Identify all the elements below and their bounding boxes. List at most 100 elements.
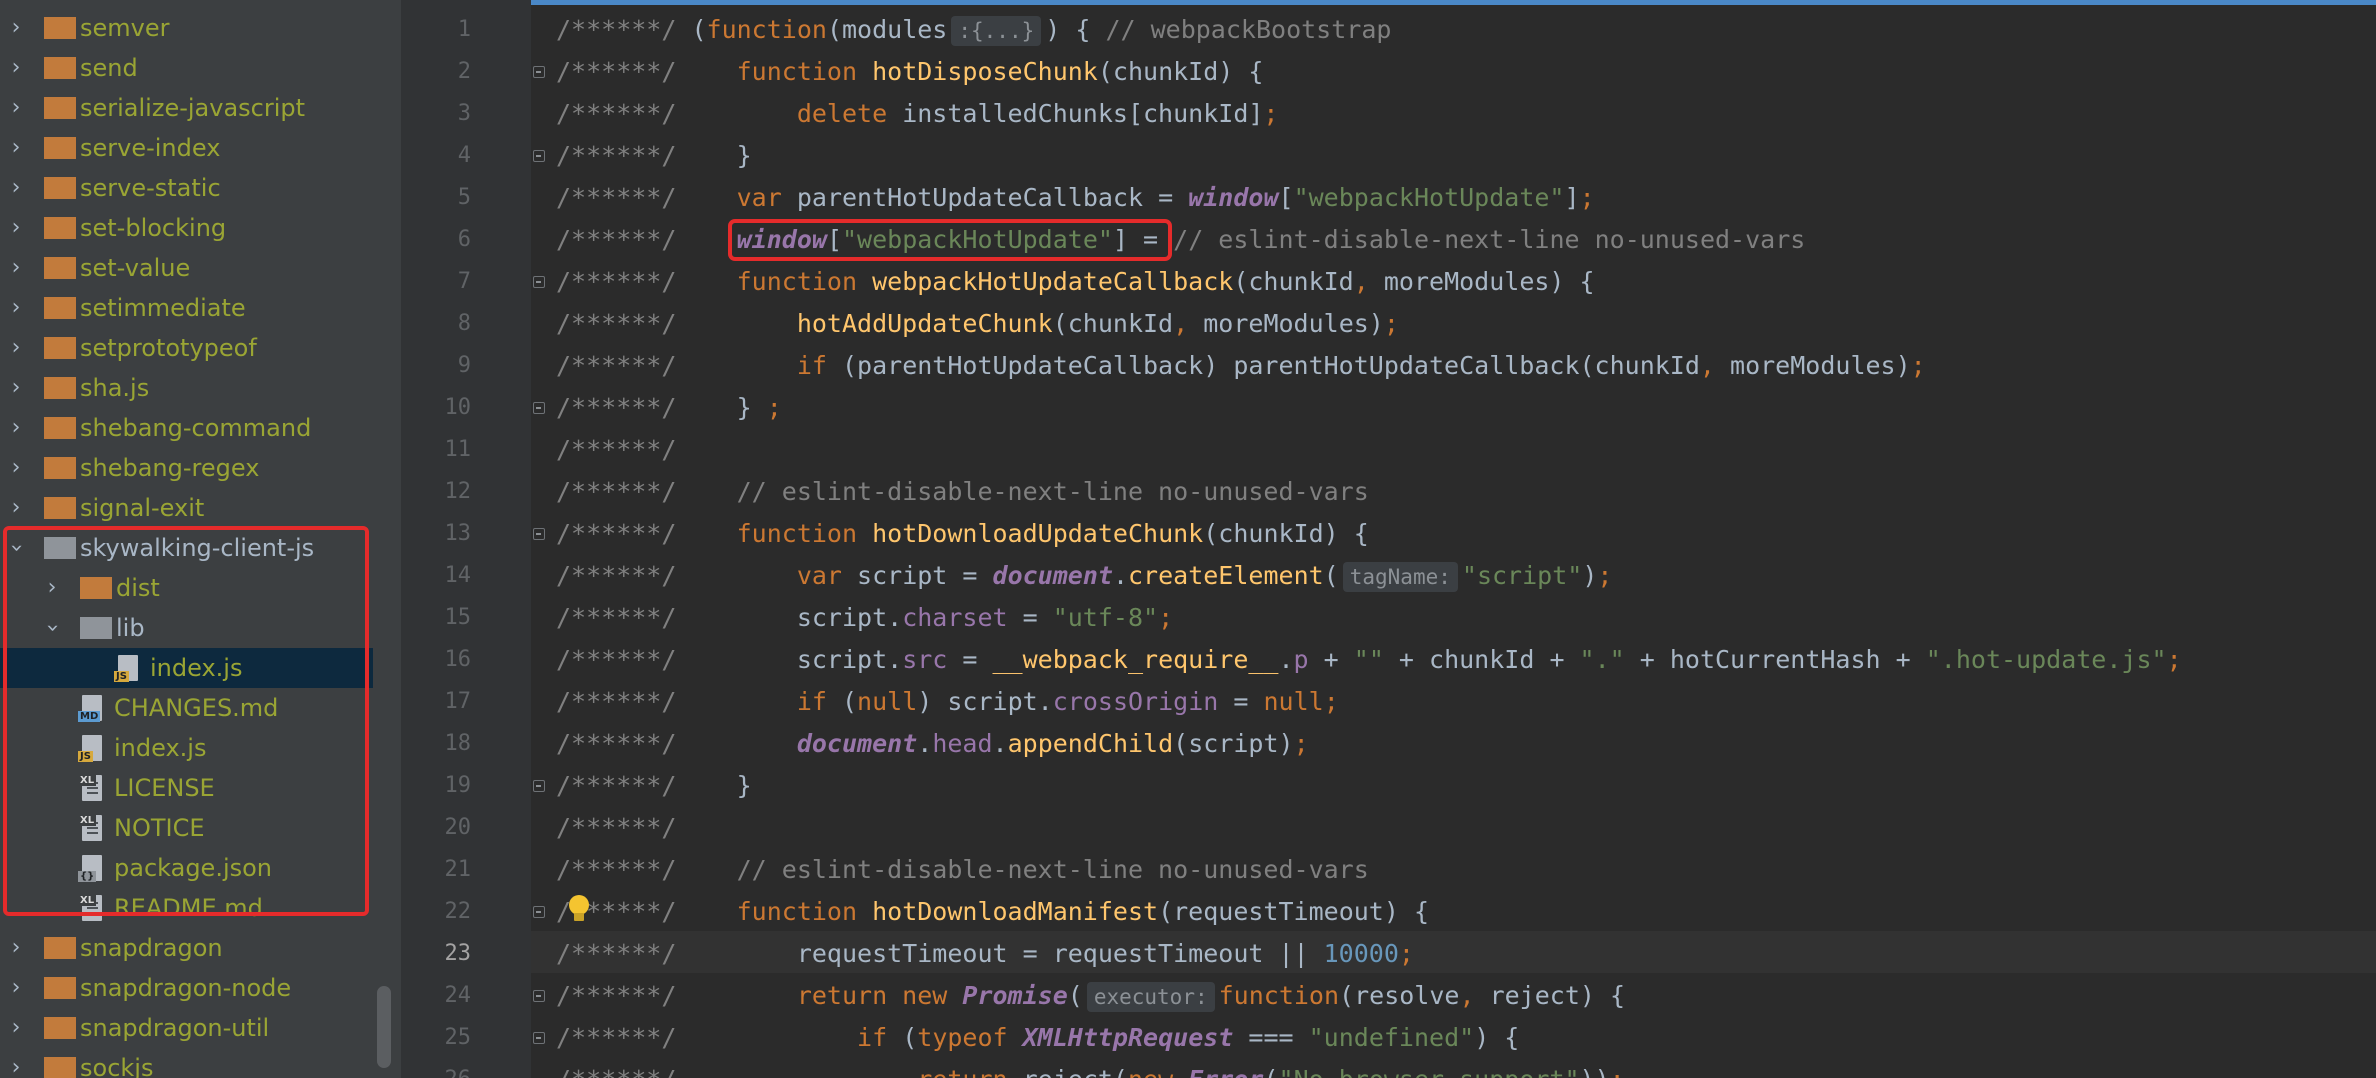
lightbulb-icon[interactable] (569, 895, 589, 923)
code-line[interactable]: /******/ hotAddUpdateChunk(chunkId, more… (556, 303, 1399, 345)
tree-item[interactable]: › skywalking-client-js (0, 528, 373, 568)
code-line[interactable]: /******/ return new Promise(executor: fun… (556, 975, 1625, 1017)
code-line[interactable]: /******/ if (null) script.crossOrigin = … (556, 681, 1339, 723)
tree-item[interactable]: › serve-static (0, 168, 373, 208)
code-token: + (1308, 645, 1354, 674)
code-line[interactable]: /******/ if (parentHotUpdateCallback) pa… (556, 345, 1926, 387)
code-line[interactable]: /******/ } (556, 135, 752, 177)
code-line[interactable]: /******/ document.head.appendChild(scrip… (556, 723, 1309, 765)
code-line[interactable]: /******/ // eslint-disable-next-line no-… (556, 849, 1369, 891)
code-line[interactable]: /******/ function hotDisposeChunk(chunkI… (556, 51, 1263, 93)
tree-item-label: lib (116, 614, 145, 642)
tree-item[interactable]: › set-value (0, 248, 373, 288)
tree-item[interactable]: › setprototypeof (0, 328, 373, 368)
code-line[interactable]: /******/ function webpackHotUpdateCallba… (556, 261, 1595, 303)
text-file-icon: XL (78, 895, 106, 923)
tree-item[interactable]: › signal-exit (0, 488, 373, 528)
tree-item[interactable]: XL NOTICE (0, 808, 373, 848)
code-token: parentHotUpdateCallback = (796, 183, 1189, 212)
chevron-right-icon[interactable]: › (5, 1008, 27, 1048)
chevron-right-icon[interactable]: › (5, 408, 27, 448)
tree-item[interactable]: › shebang-command (0, 408, 373, 448)
code-token: (script) (1173, 729, 1294, 758)
line-number: 7 (457, 269, 471, 294)
chevron-right-icon[interactable]: › (41, 568, 63, 608)
tree-item[interactable]: {} package.json (0, 848, 373, 888)
code-line[interactable]: /******/ (556, 429, 676, 471)
code-line[interactable]: /******/ function hotDownloadManifest(re… (556, 891, 1429, 933)
tree-item[interactable]: › send (0, 48, 373, 88)
fold-marker-icon[interactable] (533, 276, 545, 288)
fold-marker-icon[interactable] (533, 906, 545, 918)
tree-item[interactable]: › setimmediate (0, 288, 373, 328)
tree-item[interactable]: JS index.js (0, 648, 373, 688)
tree-item[interactable]: › set-blocking (0, 208, 373, 248)
fold-marker-icon[interactable] (533, 1032, 545, 1044)
tree-item-label: package.json (114, 854, 273, 882)
folder-icon (44, 417, 76, 439)
chevron-right-icon[interactable]: › (5, 968, 27, 1008)
fold-marker-icon[interactable] (533, 528, 545, 540)
tree-item[interactable]: › snapdragon-node (0, 968, 373, 1008)
tree-item[interactable]: › shebang-regex (0, 448, 373, 488)
chevron-right-icon[interactable]: › (5, 128, 27, 168)
code-line[interactable]: /******/ function hotDownloadUpdateChunk… (556, 513, 1369, 555)
tree-item[interactable]: › dist (0, 568, 373, 608)
chevron-right-icon[interactable]: › (5, 8, 27, 48)
tree-item[interactable]: MD CHANGES.md (0, 688, 373, 728)
panel-splitter[interactable] (373, 0, 401, 1078)
tree-item[interactable]: › lib (0, 608, 373, 648)
fold-marker-icon[interactable] (533, 402, 545, 414)
fold-marker-icon[interactable] (533, 990, 545, 1002)
code-line[interactable]: /******/ var script = document.createEle… (556, 555, 1612, 597)
tree-item[interactable]: › semver (0, 8, 373, 48)
chevron-right-icon[interactable]: › (5, 1048, 27, 1078)
tree-item[interactable]: › serialize-javascript (0, 88, 373, 128)
code-editor[interactable]: 1 2 3 4 5 6 7 8 9 10 11 12 13 14 15 16 17 18 19 20 21 22 23 24 2… (401, 0, 2376, 1078)
tree-item[interactable]: › snapdragon-util (0, 1008, 373, 1048)
line-number: 18 (444, 731, 472, 756)
project-tree-scrollbar[interactable] (377, 986, 391, 1068)
code-line[interactable]: /******/ script.charset = "utf-8"; (556, 597, 1173, 639)
chevron-down-icon[interactable]: › (32, 617, 72, 639)
code-token: . (1112, 561, 1128, 590)
fold-marker-icon[interactable] (533, 150, 545, 162)
chevron-right-icon[interactable]: › (5, 928, 27, 968)
tree-item[interactable]: XL LICENSE (0, 768, 373, 808)
chevron-right-icon[interactable]: › (5, 488, 27, 528)
chevron-right-icon[interactable]: › (5, 248, 27, 288)
chevron-right-icon[interactable]: › (5, 208, 27, 248)
tree-item[interactable]: XL README.md (0, 888, 373, 928)
code-line[interactable]: /******/ requestTimeout = requestTimeout… (556, 933, 1414, 975)
code-line[interactable]: /******/ script.src = __webpack_require_… (556, 639, 2182, 681)
tree-item[interactable]: › serve-index (0, 128, 373, 168)
code-line[interactable]: /******/ (function(modules:{...}) { // w… (556, 9, 1391, 51)
tree-item[interactable]: › sha.js (0, 368, 373, 408)
code-token: moreModules) (1203, 309, 1384, 338)
fold-marker-icon[interactable] (533, 780, 545, 792)
code-line[interactable]: /******/ } (556, 765, 752, 807)
tree-item[interactable]: › snapdragon (0, 928, 373, 968)
chevron-right-icon[interactable]: › (5, 288, 27, 328)
chevron-right-icon[interactable]: › (5, 448, 27, 488)
code-line[interactable]: /******/ window["webpackHotUpdate"] = //… (556, 219, 1805, 261)
chevron-down-icon[interactable]: › (0, 537, 36, 559)
code-token: "undefined" (1308, 1023, 1475, 1052)
code-line[interactable]: /******/ delete installedChunks[chunkId]… (556, 93, 1278, 135)
tree-item[interactable]: JS index.js (0, 728, 373, 768)
chevron-right-icon[interactable]: › (5, 328, 27, 368)
code-token: (resolve (1339, 981, 1460, 1010)
code-line[interactable]: /******/ var parentHotUpdateCallback = w… (556, 177, 1595, 219)
code-line[interactable]: /******/ // eslint-disable-next-line no-… (556, 471, 1369, 513)
chevron-right-icon[interactable]: › (5, 48, 27, 88)
code-line[interactable]: /******/ return reject(new Error("No bro… (556, 1059, 1625, 1078)
code-line[interactable]: /******/ (556, 807, 676, 849)
fold-marker-icon[interactable] (533, 66, 545, 78)
chevron-right-icon[interactable]: › (5, 88, 27, 128)
chevron-right-icon[interactable]: › (5, 368, 27, 408)
chevron-right-icon[interactable]: › (5, 168, 27, 208)
code-line[interactable]: /******/ } ; (556, 387, 782, 429)
code-line[interactable]: /******/ if (typeof XMLHttpRequest === "… (556, 1017, 1519, 1059)
tree-item[interactable]: › sockjs (0, 1048, 373, 1078)
